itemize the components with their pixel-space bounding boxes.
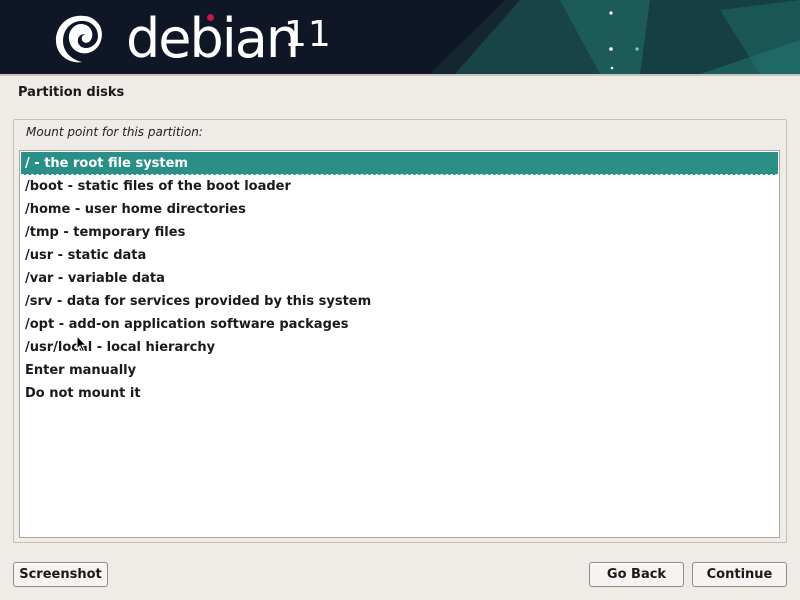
installer-banner: debian 11 [0, 0, 800, 74]
screenshot-button[interactable]: Screenshot [13, 562, 108, 587]
list-item[interactable]: /usr - static data [21, 244, 778, 267]
list-item[interactable]: Enter manually [21, 359, 778, 382]
mount-point-list[interactable]: / - the root file system /boot - static … [19, 150, 780, 538]
go-back-button[interactable]: Go Back [589, 562, 684, 587]
list-item[interactable]: /srv - data for services provided by thi… [21, 290, 778, 313]
list-item[interactable]: /var - variable data [21, 267, 778, 290]
logo-dot [207, 14, 214, 21]
debian-wordmark: debian [126, 7, 300, 70]
list-item[interactable]: /opt - add-on application software packa… [21, 313, 778, 336]
list-item[interactable]: /usr/local - local hierarchy [21, 336, 778, 359]
list-item[interactable]: /home - user home directories [21, 198, 778, 221]
step-title: Partition disks [18, 85, 125, 100]
continue-button[interactable]: Continue [692, 562, 787, 587]
list-item[interactable]: /boot - static files of the boot loader [21, 175, 778, 198]
mouse-pointer-icon [76, 335, 88, 353]
list-item[interactable]: /tmp - temporary files [21, 221, 778, 244]
banner-background-art [430, 0, 800, 74]
debian-swirl-icon [55, 15, 102, 63]
debian-version: 11 [284, 14, 332, 55]
mount-point-prompt: Mount point for this partition: [26, 125, 203, 139]
list-item[interactable]: / - the root file system [21, 152, 778, 175]
list-item[interactable]: Do not mount it [21, 382, 778, 405]
banner-divider [0, 74, 800, 76]
